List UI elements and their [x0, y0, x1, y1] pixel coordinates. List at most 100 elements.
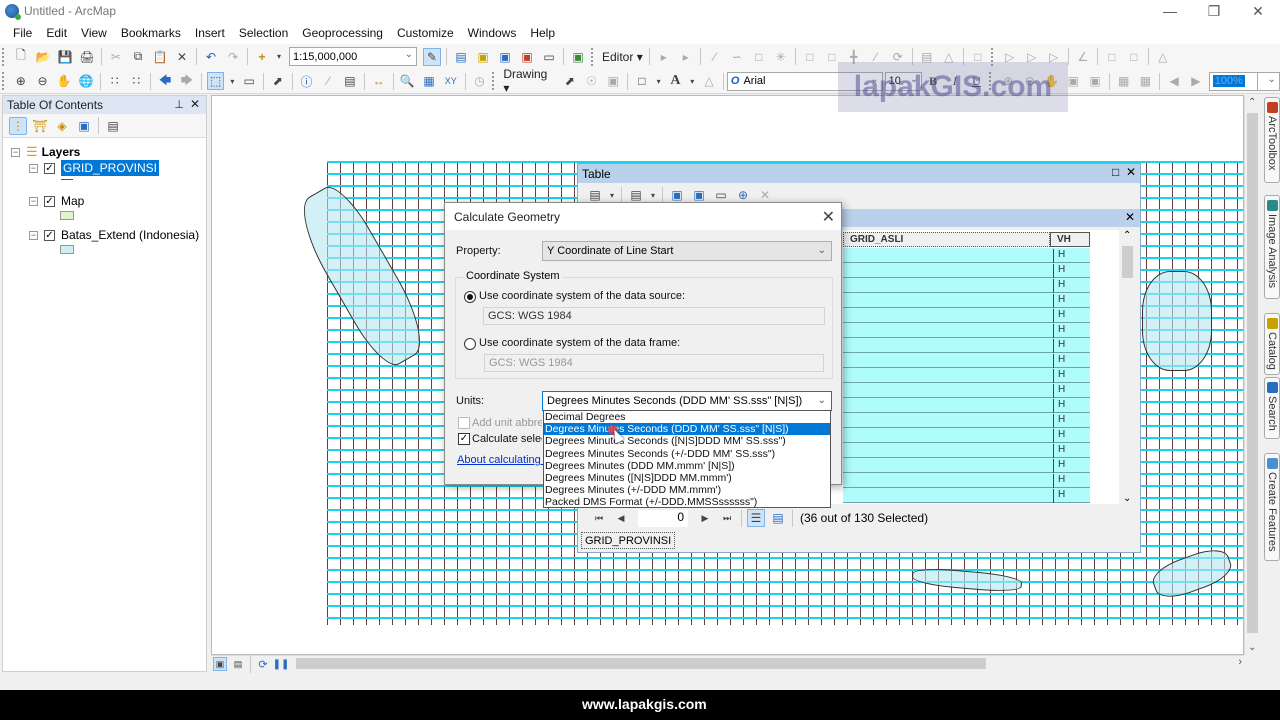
- fixed-zoom-out-icon[interactable]: ∷: [128, 72, 146, 90]
- new-text-icon[interactable]: A: [667, 72, 685, 90]
- tab-close-icon[interactable]: ✕: [1125, 210, 1135, 224]
- rectangle-dropdown-icon[interactable]: ▾: [655, 72, 663, 90]
- forward-extent-layout-icon[interactable]: ▶: [1187, 72, 1205, 90]
- units-option[interactable]: Decimal Degrees: [544, 411, 830, 423]
- map-vertical-scrollbar[interactable]: ⌃ ⌄: [1244, 95, 1260, 655]
- units-option[interactable]: Degrees Minutes (DDD MM.mmm' [N|S]): [544, 460, 830, 472]
- layout-zoom-combo[interactable]: 100%: [1208, 71, 1259, 91]
- layout-view-icon[interactable]: ▤: [231, 657, 245, 671]
- table-row[interactable]: H: [843, 428, 1090, 443]
- refresh-icon[interactable]: ⟳: [256, 655, 270, 673]
- toc-window-icon[interactable]: ▤: [452, 48, 470, 66]
- table-row[interactable]: H: [843, 398, 1090, 413]
- dock-tab-arctoolbox[interactable]: ArcToolbox: [1264, 97, 1280, 183]
- restore-button[interactable]: ❐: [1192, 0, 1236, 22]
- layer-batas-extend[interactable]: − ✓ Batas_Extend (Indonesia): [29, 228, 199, 242]
- find-route-icon[interactable]: ▦: [420, 72, 438, 90]
- option-data-frame-label[interactable]: Use coordinate system of the data frame:: [479, 337, 680, 349]
- terrain-icon[interactable]: △: [1154, 48, 1172, 66]
- model-builder-icon[interactable]: ▣: [569, 48, 587, 66]
- toolbar-grip[interactable]: [2, 47, 8, 66]
- table-row[interactable]: H: [843, 278, 1090, 293]
- dock-tab-search[interactable]: Search: [1264, 377, 1280, 439]
- forward-extent-icon[interactable]: 🡆: [178, 72, 196, 90]
- scroll-thumb[interactable]: [1122, 246, 1133, 278]
- copy-icon[interactable]: ⧉: [129, 48, 147, 66]
- table-row[interactable]: H: [843, 338, 1090, 353]
- edit-tool-icon[interactable]: ▸: [655, 48, 673, 66]
- maximize-icon[interactable]: □: [1112, 165, 1119, 179]
- select-elements-icon[interactable]: ⬈: [269, 72, 287, 90]
- scroll-up-icon[interactable]: ⌃: [1248, 97, 1256, 108]
- layer-grid-provinsi[interactable]: − ✓ GRID_PROVINSI: [29, 160, 160, 176]
- table-row[interactable]: H: [843, 263, 1090, 278]
- add-data-dropdown-icon[interactable]: ▾: [275, 48, 283, 66]
- options-icon[interactable]: ▤: [104, 117, 122, 135]
- full-extent-icon[interactable]: 🌐: [77, 72, 95, 90]
- table-row[interactable]: H: [843, 473, 1090, 488]
- table-close-icon[interactable]: ✕: [1126, 165, 1136, 179]
- save-icon[interactable]: 💾: [56, 48, 74, 66]
- fixed-zoom-in-layout-icon[interactable]: ▦: [1115, 72, 1133, 90]
- table-row[interactable]: H: [843, 323, 1090, 338]
- toolbar-grip[interactable]: [591, 47, 597, 66]
- fixed-zoom-out-layout-icon[interactable]: ▦: [1137, 72, 1155, 90]
- list-by-drawing-order-icon[interactable]: ⋮: [9, 116, 27, 135]
- last-record-icon[interactable]: ⏭: [718, 509, 736, 527]
- units-option[interactable]: Degrees Minutes Seconds (DDD MM' SS.sss"…: [544, 423, 830, 436]
- sketch-tool-icon[interactable]: □: [750, 48, 768, 66]
- column-header-vh[interactable]: VH: [1050, 232, 1090, 247]
- dock-tab-image-analysis[interactable]: Image Analysis: [1264, 195, 1280, 299]
- select-features-icon[interactable]: ⬚: [206, 72, 225, 90]
- table-row[interactable]: H: [843, 458, 1090, 473]
- undo-icon[interactable]: ↶: [202, 48, 220, 66]
- layout-zoom-dropdown[interactable]: ⌄: [1258, 71, 1280, 91]
- measure-tool-icon[interactable]: ↔: [370, 72, 388, 90]
- layer-visibility-checkbox[interactable]: ✓: [44, 195, 55, 207]
- menu-help[interactable]: Help: [523, 26, 562, 40]
- fixed-zoom-in-icon[interactable]: ∷: [106, 72, 124, 90]
- python-window-icon[interactable]: ▭: [540, 48, 558, 66]
- menu-file[interactable]: File: [6, 26, 39, 40]
- menu-geoprocessing[interactable]: Geoprocessing: [295, 26, 390, 40]
- table-row[interactable]: H: [843, 443, 1090, 458]
- radio-data-source[interactable]: [464, 291, 476, 303]
- cut-icon[interactable]: ✂: [107, 48, 125, 66]
- units-option[interactable]: Degrees Minutes (+/-DDD MM.mmm'): [544, 484, 830, 496]
- edit-vertices-drawing-icon[interactable]: △: [700, 72, 718, 90]
- radio-data-frame[interactable]: [464, 338, 476, 350]
- collapse-icon[interactable]: −: [11, 147, 20, 157]
- menu-selection[interactable]: Selection: [232, 26, 295, 40]
- layer-map[interactable]: − ✓ Map: [29, 194, 84, 208]
- layer-visibility-checkbox[interactable]: ✓: [44, 162, 55, 174]
- units-option[interactable]: Degrees Minutes ([N|S]DDD MM.mmm'): [544, 472, 830, 484]
- zoom-in-icon[interactable]: ⊕: [12, 72, 30, 90]
- scroll-thumb[interactable]: [296, 658, 986, 669]
- units-select[interactable]: Degrees Minutes Seconds (DDD MM' SS.sss"…: [542, 391, 832, 411]
- editor-menu[interactable]: Editor ▾: [599, 50, 646, 64]
- pin-icon[interactable]: ⊥: [174, 98, 184, 111]
- menu-bookmarks[interactable]: Bookmarks: [114, 26, 188, 40]
- edit-vertices-icon[interactable]: □: [801, 48, 819, 66]
- menu-insert[interactable]: Insert: [188, 26, 232, 40]
- minimize-button[interactable]: —: [1148, 0, 1192, 22]
- table-tab-grid-provinsi[interactable]: GRID_PROVINSI: [581, 532, 676, 549]
- table-vertical-scrollbar[interactable]: ⌃ ⌄: [1119, 230, 1137, 504]
- html-popup-icon[interactable]: ▤: [341, 72, 359, 90]
- close-button[interactable]: ✕: [1236, 0, 1280, 22]
- add-unit-checkbox[interactable]: [458, 417, 470, 429]
- table-row[interactable]: H: [843, 413, 1090, 428]
- collapse-icon[interactable]: −: [29, 196, 38, 206]
- option-data-source-label[interactable]: Use coordinate system of the data source…: [479, 290, 685, 302]
- layer-symbol-fill[interactable]: [60, 245, 74, 254]
- zoom-out-icon[interactable]: ⊖: [34, 72, 52, 90]
- hyperlink-icon[interactable]: ∕: [319, 72, 337, 90]
- data-view-icon[interactable]: ▣: [213, 657, 227, 671]
- add-data-icon[interactable]: +: [253, 48, 271, 66]
- search-window-icon[interactable]: ▣: [496, 48, 514, 66]
- toolbar-grip[interactable]: [2, 72, 8, 90]
- select-dropdown-icon[interactable]: ▾: [228, 72, 236, 90]
- menu-windows[interactable]: Windows: [461, 26, 524, 40]
- edit-annotation-icon[interactable]: ▸: [677, 48, 695, 66]
- delete-icon[interactable]: ✕: [173, 48, 191, 66]
